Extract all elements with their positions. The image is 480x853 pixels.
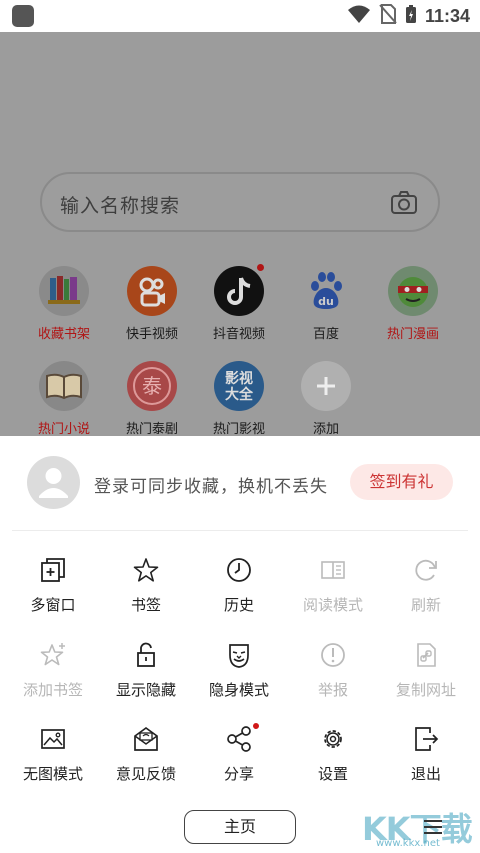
quick-label: 抖音视频	[212, 327, 265, 342]
quick-douyin[interactable]: 抖音视频	[198, 264, 280, 342]
quick-bookshelf[interactable]: 收藏书架	[23, 266, 105, 342]
menu-label: 举报	[317, 681, 348, 699]
gear-icon	[319, 725, 347, 753]
battery-charging-icon	[405, 4, 417, 28]
star-plus-icon	[39, 641, 67, 669]
camera-icon[interactable]	[390, 190, 418, 220]
menu-incognito[interactable]: 隐身模式	[194, 641, 284, 700]
quick-label: 热门泰剧	[125, 422, 178, 437]
share-icon	[225, 723, 259, 753]
thai-drama-icon: 泰	[127, 361, 177, 411]
divider	[12, 530, 468, 531]
menu-no-image[interactable]: 无图模式	[8, 725, 98, 784]
quick-novels[interactable]: 热门小说	[23, 361, 105, 437]
menu-label: 历史	[223, 596, 254, 614]
menu-copy-url[interactable]: 复制网址	[381, 641, 471, 700]
image-icon	[39, 725, 67, 753]
movies-icon-text-bottom: 大全	[225, 386, 254, 403]
watermark-logo: KK下载 www.kkx.net	[362, 804, 473, 850]
bottom-bar: 主页 KK下载 www.kkx.net	[0, 802, 480, 853]
quick-label: 快手视频	[125, 327, 178, 342]
mask-icon	[225, 641, 253, 669]
home-button[interactable]: 主页	[184, 810, 296, 844]
kuaishou-icon	[127, 266, 177, 316]
notification-dot	[253, 723, 259, 729]
quick-movies[interactable]: 影视 大全 热门影视	[198, 361, 280, 437]
login-prompt[interactable]: 登录可同步收藏，换机不丢失	[94, 472, 328, 497]
movies-icon: 影视 大全	[214, 361, 264, 411]
menu-bookmarks[interactable]: 书签	[101, 556, 191, 615]
search-input[interactable]: 输入名称搜索	[60, 191, 180, 218]
movies-icon-text-top: 影视	[225, 370, 253, 387]
status-time: 11:34	[424, 5, 470, 26]
menu-label: 复制网址	[395, 681, 456, 699]
feedback-icon	[132, 725, 160, 753]
menu-label: 设置	[317, 765, 348, 783]
background-page: 输入名称搜索 收藏书架 快手视频 抖音视频 du 百度 热门漫画 热门小说 泰 …	[0, 0, 480, 438]
book-icon	[319, 556, 347, 584]
add-icon	[301, 361, 351, 411]
refresh-icon	[412, 556, 440, 584]
star-icon	[132, 556, 160, 584]
notification-dot	[257, 264, 264, 271]
checkin-button[interactable]: 签到有礼	[350, 464, 453, 500]
comics-turtle-icon	[388, 266, 438, 316]
menu-history[interactable]: 历史	[194, 556, 284, 615]
quick-add[interactable]: 添加	[285, 361, 367, 437]
exit-icon	[412, 725, 440, 753]
baidu-paw-icon: du	[301, 266, 351, 316]
menu-label: 无图模式	[22, 765, 83, 783]
menu-label: 阅读模式	[302, 596, 363, 614]
menu-label: 多窗口	[30, 596, 76, 614]
quick-label: 热门漫画	[386, 327, 439, 342]
menu-multi-window[interactable]: 多窗口	[8, 556, 98, 615]
menu-sheet: 登录可同步收藏，换机不丢失 签到有礼 多窗口 书签 历史 阅读模式 刷新 添加书…	[0, 436, 480, 802]
thai-icon-text: 泰	[142, 374, 162, 398]
baidu-icon-text: du	[318, 295, 334, 308]
menu-refresh[interactable]: 刷新	[381, 556, 471, 615]
multi-window-icon	[39, 556, 67, 584]
hamburger-menu-icon[interactable]	[422, 816, 444, 838]
quick-label: 添加	[312, 422, 339, 437]
wifi-icon	[347, 4, 371, 28]
quick-thai-drama[interactable]: 泰 热门泰剧	[111, 361, 193, 437]
quick-comics[interactable]: 热门漫画	[372, 266, 454, 342]
copy-link-icon	[412, 641, 440, 669]
watermark-url: www.kkx.net	[376, 838, 440, 849]
quick-label: 百度	[312, 327, 339, 342]
menu-label: 退出	[410, 765, 441, 783]
menu-add-bookmark[interactable]: 添加书签	[8, 641, 98, 700]
menu-label: 显示隐藏	[115, 681, 176, 699]
quick-label: 热门影视	[212, 422, 265, 437]
menu-label: 分享	[223, 765, 254, 783]
menu-share[interactable]: 分享	[194, 723, 284, 784]
menu-label: 刷新	[410, 596, 441, 614]
report-icon	[319, 641, 347, 669]
status-bar: 11:34	[0, 0, 480, 32]
menu-show-hidden[interactable]: 显示隐藏	[101, 641, 191, 700]
search-bar[interactable]: 输入名称搜索	[40, 172, 440, 232]
clock-icon	[225, 556, 253, 584]
quick-baidu[interactable]: du 百度	[285, 266, 367, 342]
quick-label: 热门小说	[37, 422, 90, 437]
menu-label: 隐身模式	[208, 681, 269, 699]
menu-feedback[interactable]: 意见反馈	[101, 725, 191, 784]
menu-label: 意见反馈	[115, 765, 176, 783]
unlock-icon	[132, 641, 160, 669]
login-row[interactable]: 登录可同步收藏，换机不丢失 签到有礼	[0, 436, 480, 531]
open-book-icon	[39, 361, 89, 411]
avatar[interactable]	[27, 456, 80, 509]
menu-exit[interactable]: 退出	[381, 725, 471, 784]
bookshelf-icon	[39, 266, 89, 316]
quick-label: 收藏书架	[37, 327, 90, 342]
menu-reading-mode[interactable]: 阅读模式	[288, 556, 378, 615]
app-notification-icon	[12, 5, 34, 27]
douyin-icon	[214, 264, 264, 316]
menu-settings[interactable]: 设置	[288, 725, 378, 784]
quick-kuaishou[interactable]: 快手视频	[111, 266, 193, 342]
no-sim-icon	[379, 4, 397, 28]
menu-label: 添加书签	[22, 681, 83, 699]
menu-report[interactable]: 举报	[288, 641, 378, 700]
menu-label: 书签	[130, 596, 161, 614]
